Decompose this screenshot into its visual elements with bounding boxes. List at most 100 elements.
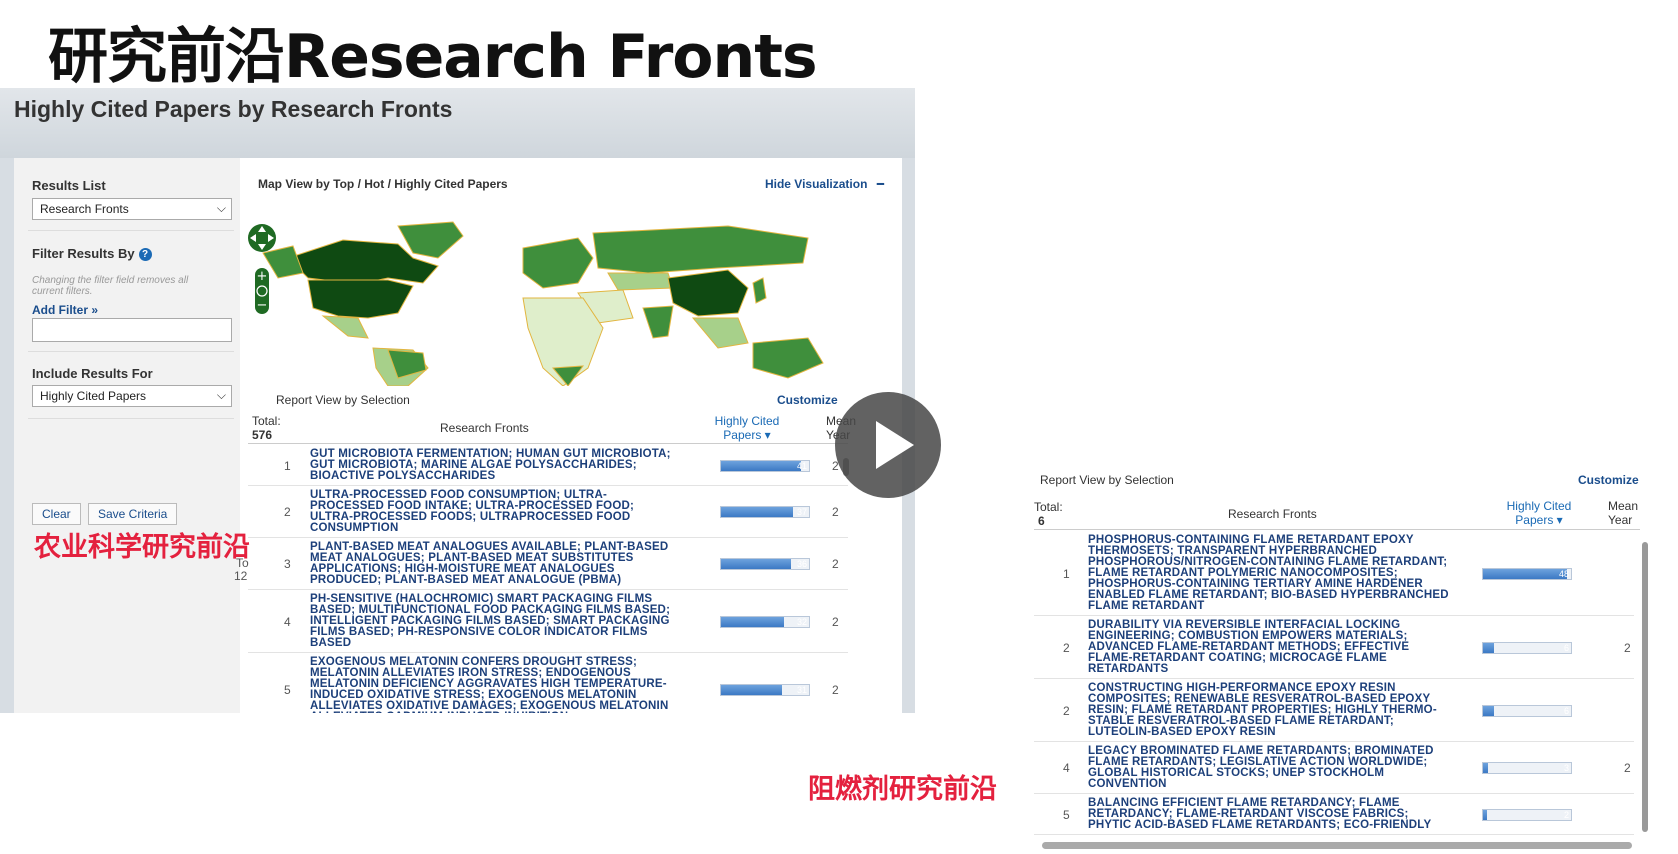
play-video-button[interactable]	[835, 392, 941, 498]
caption-agri: 农业科学研究前沿	[34, 532, 250, 563]
total-value: 576	[252, 428, 273, 442]
svg-text:−: −	[257, 298, 268, 313]
research-front-link[interactable]: EXOGENOUS MELATONIN CONFERS DROUGHT STRE…	[310, 656, 668, 713]
research-front-line: ALLEVIATES CADMIUM-INDUCED INHIBITION	[310, 711, 668, 713]
column-highly-cited-papers[interactable]: Highly Cited Papers ▾	[708, 414, 786, 442]
hcp-value: 2	[1563, 809, 1569, 820]
hcp-bar-fill	[1483, 705, 1494, 716]
filter-note: Changing the filter field removes all cu…	[32, 275, 189, 297]
mean-year-value: 2	[832, 505, 839, 519]
filter-input[interactable]	[32, 318, 232, 342]
row-divider	[1034, 741, 1634, 742]
map-title: Map View by Top / Hot / Highly Cited Pap…	[258, 177, 508, 191]
map-southeast-asia	[691, 317, 749, 349]
horizontal-scrollbar[interactable]	[1042, 842, 1632, 849]
include-results-label: Include Results For	[32, 366, 153, 381]
hcp-value: 6	[1563, 642, 1569, 653]
divider	[28, 230, 234, 231]
row-divider	[248, 589, 848, 590]
chevron-down-icon: ⌵	[216, 201, 226, 215]
research-front-line: FILMS BASED; PH-RESPONSIVE COLOR INDICAT…	[310, 626, 648, 638]
column-highly-cited-papers[interactable]: Highly Cited Papers ▾	[1498, 499, 1580, 527]
research-front-link[interactable]: LEGACY BROMINATED FLAME RETARDANTS; BROM…	[1088, 745, 1434, 790]
hcp-bar: 31	[720, 684, 810, 696]
add-filter-link[interactable]: Add Filter »	[32, 303, 98, 317]
research-front-line: RETARDANTS	[1088, 663, 1169, 675]
hcp-bar-fill	[721, 685, 782, 695]
customize-link[interactable]: Customize	[777, 393, 838, 407]
mean-year-value: 2	[832, 683, 839, 697]
hcp-bar: 32	[720, 615, 810, 628]
map-russia	[592, 225, 809, 274]
row-divider	[1034, 793, 1634, 794]
hcp-value: 37	[796, 507, 807, 517]
mean-year-value: 2	[832, 614, 839, 629]
map-china	[667, 269, 749, 317]
save-criteria-button[interactable]: Save Criteria	[88, 503, 178, 525]
research-front-line: CONSUMPTION	[310, 522, 399, 534]
research-front-link[interactable]: BALANCING EFFICIENT FLAME RETARDANCY; FL…	[1088, 797, 1431, 831]
map-japan	[752, 277, 767, 304]
hcp-value: 3	[1563, 763, 1569, 773]
help-icon[interactable]: ?	[138, 248, 152, 262]
results-list-label: Results List	[32, 178, 106, 193]
research-front-link[interactable]: PLANT-BASED MEAT ANALOGUES AVAILABLE; PL…	[310, 541, 668, 586]
hcp-bar: 2	[1482, 808, 1572, 821]
customize-link[interactable]: Customize	[1578, 473, 1639, 487]
row-number: 1	[1063, 566, 1070, 581]
hcp-bar-fill	[721, 616, 784, 627]
research-front-link[interactable]: GUT MICROBIOTA FERMENTATION; HUMAN GUT M…	[310, 448, 671, 482]
row-number: 2	[284, 505, 291, 519]
row-divider	[1034, 834, 1634, 835]
row-number: 5	[1063, 807, 1070, 822]
world-map[interactable]	[248, 218, 898, 386]
divider	[28, 351, 234, 352]
map-europe	[522, 237, 594, 289]
research-front-line: BASED	[310, 637, 352, 649]
map-usa	[307, 279, 414, 319]
research-front-line: PRODUCED; PLANT-BASED MEAT ANALOGUE (PBM…	[310, 574, 622, 586]
hide-visualization-link[interactable]: Hide Visualization ━	[765, 177, 884, 191]
map-australia	[752, 337, 824, 379]
clear-button[interactable]: Clear	[32, 503, 81, 525]
vertical-scrollbar[interactable]	[1642, 542, 1648, 832]
cut-num-label: 12	[234, 569, 248, 583]
column-research-fronts[interactable]: Research Fronts	[1228, 507, 1317, 521]
report-view-title: Report View by Selection	[1040, 473, 1174, 487]
column-mean-year: Mean Year	[1608, 499, 1638, 527]
row-divider	[1034, 615, 1634, 616]
research-front-link[interactable]: PHOSPHORUS-CONTAINING FLAME RETARDANT EP…	[1088, 534, 1449, 612]
hcp-bar-fill	[1483, 568, 1568, 579]
research-front-link[interactable]: ULTRA-PROCESSED FOOD CONSUMPTION; ULTRA-…	[310, 489, 634, 534]
slide-title: 研究前沿Research Fronts	[48, 22, 818, 92]
svg-text:+: +	[257, 269, 268, 284]
research-front-link[interactable]: CONSTRUCTING HIGH-PERFORMANCE EPOXY RESI…	[1088, 682, 1437, 738]
report-view-title: Report View by Selection	[276, 393, 410, 407]
map-kazakhstan	[607, 272, 674, 291]
row-number: 2	[1063, 703, 1070, 718]
flame-retardant-screenshot: Report View by Selection Customize Total…	[1030, 462, 1660, 850]
hcp-bar: 6	[1482, 641, 1572, 654]
chevron-down-icon: ⌵	[216, 388, 226, 402]
play-icon	[876, 421, 914, 469]
hcp-value: 48	[1558, 568, 1569, 579]
hcp-value: 32	[796, 616, 807, 627]
results-list-select[interactable]: Research Fronts ⌵	[32, 198, 232, 220]
hcp-bar-fill	[721, 559, 792, 569]
results-panel: Map View by Top / Hot / Highly Cited Pap…	[240, 158, 902, 713]
row-number: 4	[284, 614, 291, 629]
header-divider	[1034, 529, 1640, 530]
mean-year-value: 2	[1624, 640, 1631, 655]
map-zoom-control[interactable]: + −	[246, 220, 280, 320]
hide-visualization-text: Hide Visualization	[764, 177, 868, 191]
header-divider	[248, 443, 848, 444]
include-results-select[interactable]: Highly Cited Papers ⌵	[32, 385, 232, 407]
column-research-fronts[interactable]: Research Fronts	[440, 421, 529, 435]
research-front-link[interactable]: PH-SENSITIVE (HALOCHROMIC) SMART PACKAGI…	[310, 593, 670, 649]
total-label: Total:	[252, 414, 281, 428]
row-number: 3	[284, 557, 291, 571]
research-front-link[interactable]: DURABILITY VIA REVERSIBLE INTERFACIAL LO…	[1088, 619, 1409, 675]
research-front-line: LUTEOLIN-BASED EPOXY RESIN	[1088, 726, 1276, 738]
research-front-line: BIOACTIVE POLYSACCHARIDES	[310, 470, 496, 482]
research-front-line: CONVENTION	[1088, 778, 1167, 790]
